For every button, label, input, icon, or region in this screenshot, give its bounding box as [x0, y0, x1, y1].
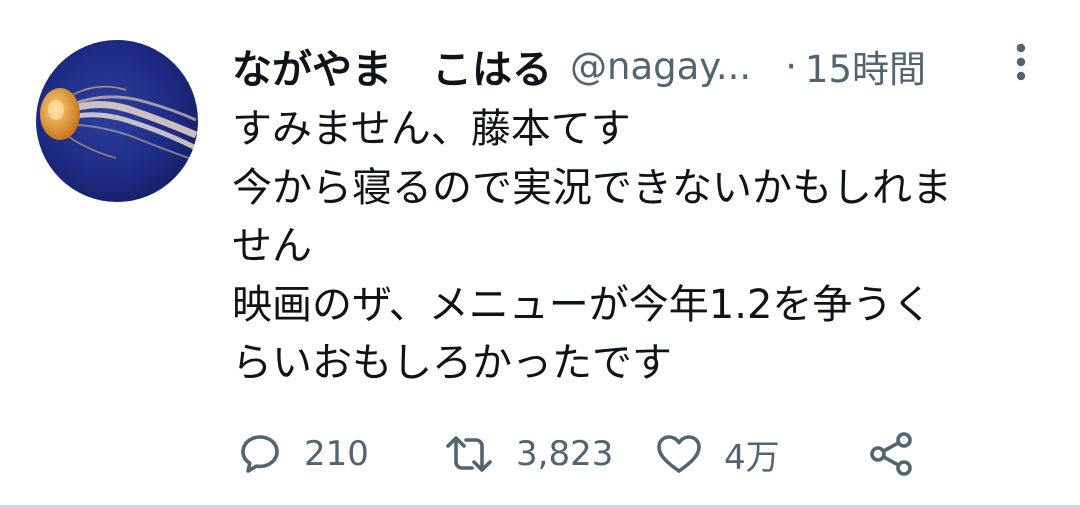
reply-button[interactable]: 210: [236, 424, 369, 484]
heart-icon: [657, 435, 701, 473]
retweet-button[interactable]: 3,823: [442, 424, 613, 484]
tweet-text-line: 映画のザ、メニューが今年1.2を争うく: [232, 281, 933, 328]
user-handle[interactable]: @nagay...: [570, 45, 751, 88]
tweet-header: ながやま こはる @nagay... · 15時間: [232, 36, 1052, 96]
more-vertical-icon: [1016, 43, 1026, 81]
tweet-text: すみません、藤本てす 今から寝るので実況できないかもしれま せん 映画のザ、メニ…: [232, 100, 1052, 393]
like-button[interactable]: 4万: [654, 424, 780, 484]
tweet-actions: 210 3,823 4万: [232, 424, 1052, 484]
display-name[interactable]: ながやま こはる: [232, 37, 552, 95]
reply-icon: [241, 435, 279, 473]
tweet-timestamp[interactable]: 15時間: [805, 39, 926, 93]
retweet-icon: [446, 436, 492, 472]
tweet-text-line: すみません、藤本てす: [232, 106, 631, 152]
share-icon: [870, 432, 912, 476]
more-options-button[interactable]: [1012, 42, 1030, 86]
tweet-text-line: 今から寝るので実況できないかもしれま: [232, 164, 952, 211]
share-button[interactable]: [868, 424, 916, 484]
reply-count: 210: [304, 434, 369, 474]
jellyfish-avatar-icon: [36, 40, 198, 202]
avatar[interactable]: [36, 40, 198, 202]
tweet[interactable]: ながやま こはる @nagay... · 15時間 すみません、藤本てす 今から…: [0, 0, 1080, 508]
tweet-text-line: せん: [232, 223, 312, 269]
like-count: 4万: [724, 437, 780, 478]
tweet-text-line: らいおもしろかったです: [232, 340, 672, 386]
separator-dot: ·: [785, 44, 797, 88]
retweet-count: 3,823: [516, 434, 614, 474]
